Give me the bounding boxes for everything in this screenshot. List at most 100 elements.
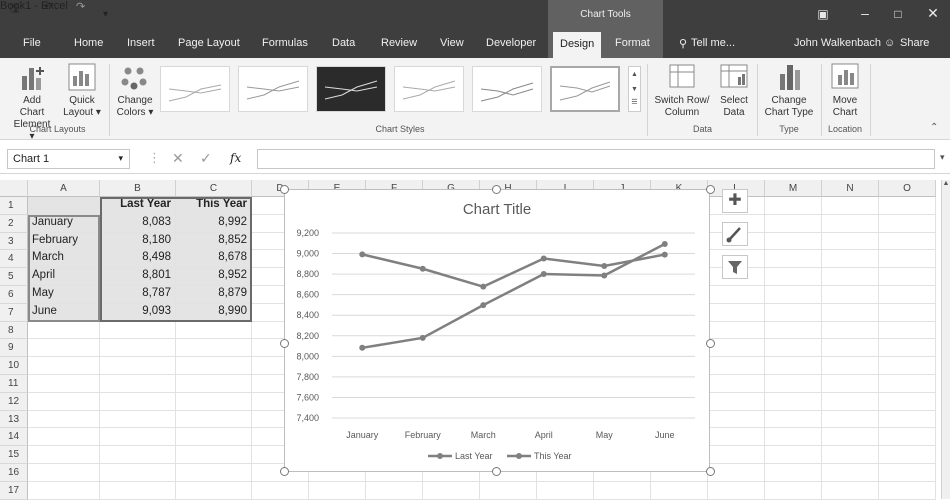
cell[interactable] [765,321,822,340]
ribbon-display-icon[interactable]: ▣ [808,7,838,21]
cell[interactable] [708,464,765,482]
cell[interactable] [100,392,176,411]
cell[interactable] [28,197,100,215]
cell[interactable] [765,286,822,304]
cell[interactable] [28,339,100,358]
chart-elements-button[interactable]: ✚ [722,189,748,213]
resize-handle-top[interactable] [492,185,501,194]
row-header-16[interactable]: 16 [0,464,28,482]
cell[interactable] [765,303,822,322]
row-header-4[interactable]: 4 [0,250,28,269]
cell[interactable] [423,481,480,500]
row-header-12[interactable]: 12 [0,392,28,411]
collapse-ribbon-icon[interactable]: ⌃ [930,122,938,133]
share-button[interactable]: Share [900,37,929,49]
insert-function-icon[interactable]: fx [230,151,241,165]
cell[interactable] [651,481,708,500]
cell[interactable] [765,268,822,286]
formula-input[interactable] [257,149,935,169]
cell[interactable] [100,446,176,464]
customize-qat-icon[interactable]: ▾ [103,9,108,20]
chart-style-5[interactable] [472,66,542,112]
column-header-b[interactable]: B [100,180,176,197]
cell[interactable] [708,303,765,322]
row-header-5[interactable]: 5 [0,268,28,286]
resize-handle-top-right[interactable] [706,185,715,194]
row-header-15[interactable]: 15 [0,446,28,464]
cell[interactable] [879,446,936,464]
tab-formulas[interactable]: Formulas [262,37,308,49]
row-header-10[interactable]: 10 [0,357,28,375]
cell[interactable] [765,357,822,375]
cell[interactable] [309,481,366,500]
tab-insert[interactable]: Insert [127,37,155,49]
resize-handle-bottom-left[interactable] [280,467,289,476]
cell[interactable] [28,481,100,500]
tab-review[interactable]: Review [381,37,417,49]
cell[interactable] [537,481,594,500]
chart-style-4[interactable] [394,66,464,112]
tab-home[interactable]: Home [74,37,103,49]
cell[interactable] [480,481,537,500]
cell[interactable] [708,339,765,358]
resize-handle-top-left[interactable] [280,185,289,194]
cell[interactable] [176,428,252,447]
name-box-dropdown-icon[interactable]: ▾ [118,153,123,164]
more-styles-icon[interactable]: ☰ [629,97,640,109]
tab-data[interactable]: Data [332,37,355,49]
chart-styles-button[interactable] [722,222,748,246]
cell[interactable] [28,428,100,447]
cell[interactable] [176,481,252,500]
cell[interactable] [176,464,252,482]
cell[interactable] [879,232,936,251]
cell[interactable] [176,392,252,411]
scroll-up-icon[interactable]: ▲ [942,180,950,187]
cell[interactable] [594,481,651,500]
resize-handle-left[interactable] [280,339,289,348]
cell[interactable] [765,464,822,482]
row-header-3[interactable]: 3 [0,232,28,251]
cell[interactable] [28,446,100,464]
cell[interactable] [879,321,936,340]
chart-style-3[interactable] [316,66,386,112]
chart-styles-scroll[interactable]: ▲ ▼ ☰ [628,66,641,112]
cell[interactable] [28,464,100,482]
cell[interactable] [879,303,936,322]
row-header-1[interactable]: 1 [0,197,28,215]
cell[interactable] [822,392,879,411]
cell[interactable] [879,268,936,286]
cell[interactable] [765,410,822,429]
row-header-2[interactable]: 2 [0,214,28,233]
chart-style-1[interactable] [160,66,230,112]
expand-formula-icon[interactable]: ▾ [940,152,945,163]
cell[interactable] [822,428,879,447]
cell[interactable] [708,321,765,340]
chart-style-2[interactable] [238,66,308,112]
column-header-n[interactable]: N [822,180,879,197]
change-colors-button[interactable]: Change Colors ▾ [113,62,157,120]
cell[interactable] [879,214,936,233]
cell[interactable] [879,428,936,447]
cell[interactable] [100,428,176,447]
cell[interactable] [822,481,879,500]
scroll-up-icon[interactable]: ▲ [629,67,640,82]
cell[interactable] [822,446,879,464]
cell[interactable] [879,392,936,411]
cell[interactable] [708,481,765,500]
cell[interactable] [765,339,822,358]
cell[interactable] [100,357,176,375]
cell[interactable] [822,268,879,286]
cell[interactable] [366,481,423,500]
cell[interactable] [822,250,879,269]
minimize-icon[interactable]: – [850,5,880,21]
select-data-button[interactable]: Select Data [716,62,752,120]
vertical-scrollbar[interactable]: ▲ [941,180,950,499]
resize-handle-bottom[interactable] [492,467,501,476]
line-chart[interactable]: Chart Title 9,200 9,000 8,800 8,600 8,400 8,2… [284,189,710,472]
switch-row-column-button[interactable]: Switch Row/ Column [650,62,714,120]
quick-layout-button[interactable]: Quick Layout ▾ [60,62,104,120]
row-header-14[interactable]: 14 [0,428,28,447]
row-header-9[interactable]: 9 [0,339,28,358]
cell[interactable] [176,357,252,375]
tab-page-layout[interactable]: Page Layout [178,37,240,49]
